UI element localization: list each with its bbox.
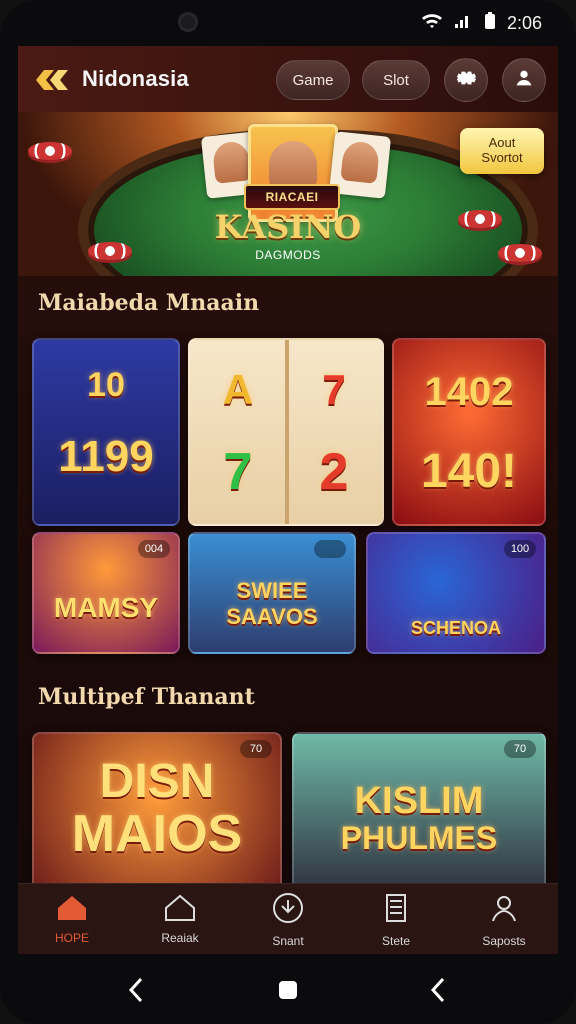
phone-frame: 2:06 Nidonasia Game Slot RIACAEI KASINO …: [0, 0, 576, 1024]
settings-button[interactable]: [444, 58, 488, 102]
list-icon: [379, 891, 413, 928]
casino-hero-banner[interactable]: RIACAEI KASINO DAGMODS Aout Svortot: [18, 112, 558, 276]
reel-symbol: A: [222, 366, 254, 413]
game-tile[interactable]: 100 SCHENOA: [366, 532, 546, 654]
tile-title-line2: MAIOS: [71, 805, 243, 863]
brand-title: Nidonasia: [82, 66, 189, 91]
nav-item-shop[interactable]: Snant: [234, 884, 342, 954]
slot-button[interactable]: Slot: [362, 60, 430, 100]
game-tile[interactable]: 10 1199: [32, 338, 180, 526]
tile-number-top: 1402: [424, 370, 514, 414]
hero-top-label: RIACAEI: [244, 184, 340, 210]
back-icon[interactable]: [126, 976, 146, 1009]
system-nav-bar: [0, 954, 576, 1024]
home-icon: [55, 894, 89, 925]
game-button[interactable]: Game: [276, 60, 350, 100]
battery-icon: [483, 12, 497, 35]
section-title-second: Multipef Thanant: [38, 684, 255, 710]
game-tile[interactable]: 004 MAMSY: [32, 532, 180, 654]
chip-icon: [458, 210, 502, 228]
nav-item-home[interactable]: HOPE: [18, 884, 126, 954]
status-bar: 2:06: [18, 0, 558, 46]
bottom-nav: HOPE Reaiak Snant Stete Saposts: [18, 883, 558, 954]
signal-icon: [453, 13, 473, 34]
slot-reels-tile[interactable]: A 7 7 2: [188, 338, 384, 526]
nav-label: HOPE: [54, 930, 89, 945]
nav-item-support[interactable]: Saposts: [450, 884, 558, 954]
nav-item-status[interactable]: Stete: [342, 884, 450, 954]
tile-title: SCHENOA: [410, 618, 501, 638]
chip-icon: [88, 242, 132, 260]
user-outline-icon: [487, 891, 521, 928]
tile-title-line2: PHULMES: [340, 820, 498, 856]
section-title-first: Maiabeda Mnaain: [38, 290, 260, 316]
reel-symbol: 2: [319, 443, 349, 501]
game-tile[interactable]: 70 DISN MAIOS: [32, 732, 282, 896]
tile-number-top: 10: [87, 366, 125, 404]
tile-title: MAMSY: [53, 592, 159, 623]
reel-symbol: 7: [322, 366, 346, 413]
home-outline-icon: [163, 894, 197, 925]
tile-badge: 100: [504, 540, 536, 558]
promo-tag-line1: Aout: [488, 135, 516, 151]
nav-label: Snant: [272, 933, 304, 948]
brand-logo-icon[interactable]: [32, 60, 72, 100]
tile-title-line1: KISLIM: [354, 780, 484, 822]
tile-badge: [314, 540, 346, 558]
nav-item-rewards[interactable]: Reaiak: [126, 884, 234, 954]
chip-icon: [28, 142, 72, 160]
tile-number-bottom: 1199: [58, 432, 154, 481]
reel-symbol: 7: [223, 443, 253, 501]
nav-label: Stete: [381, 933, 411, 948]
tile-badge: 70: [504, 740, 536, 758]
front-camera: [178, 12, 198, 32]
status-time: 2:06: [506, 13, 542, 33]
app-header: Nidonasia Game Slot: [18, 46, 558, 113]
recent-apps-icon[interactable]: [428, 976, 448, 1009]
tile-title-line1: DISN: [99, 755, 215, 808]
promo-tag-line2: Svortot: [481, 150, 523, 165]
game-tile[interactable]: SWIEE SAAVOS: [188, 532, 356, 654]
status-right: 2:06: [421, 12, 542, 35]
nav-label: Saposts: [482, 933, 526, 948]
game-tile[interactable]: 1402 140!: [392, 338, 546, 526]
gear-icon: [455, 67, 477, 94]
game-tile[interactable]: 70 KISLIM PHULMES: [292, 732, 546, 896]
chip-icon: [498, 244, 542, 262]
user-icon: [513, 67, 535, 94]
app-screen: Nidonasia Game Slot RIACAEI KASINO DAGMO…: [18, 46, 558, 954]
promo-tag[interactable]: Aout Svortot: [460, 128, 544, 174]
download-icon: [271, 891, 305, 928]
tile-badge: 004: [138, 540, 170, 558]
profile-button[interactable]: [502, 58, 546, 102]
tile-title-line2: SAAVOS: [226, 604, 318, 629]
tile-title-line1: SWIEE: [236, 578, 308, 603]
tile-number-bottom: 140!: [420, 445, 518, 498]
wifi-icon: [421, 13, 443, 34]
nav-label: Reaiak: [161, 930, 199, 945]
home-square-icon[interactable]: [274, 976, 302, 1009]
